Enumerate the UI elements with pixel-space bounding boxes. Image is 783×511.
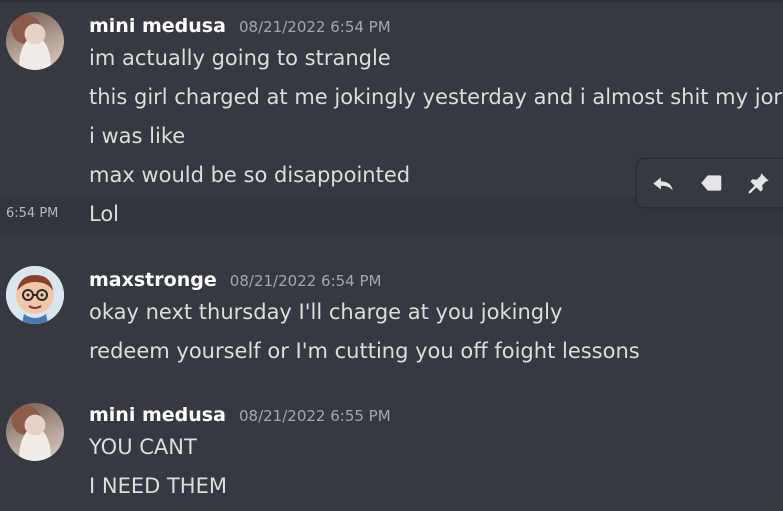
pin-button[interactable] (743, 167, 775, 199)
top-divider (0, 0, 783, 3)
timestamp: 08/21/2022 6:54 PM (239, 18, 391, 36)
username[interactable]: maxstronge (89, 269, 217, 291)
message-actions-toolbar (636, 158, 783, 208)
avatar-mini-medusa[interactable] (6, 12, 64, 70)
message-header: mini medusa 08/21/2022 6:54 PM (89, 12, 391, 40)
continuation-timestamp: 6:54 PM (6, 206, 59, 221)
message-text: max would be so disappointed (89, 163, 411, 187)
avatar-maxstronge[interactable] (6, 266, 64, 324)
message-header: maxstronge 08/21/2022 6:54 PM (89, 266, 381, 294)
message-text: im actually going to strangle (89, 46, 391, 70)
tag-button[interactable] (695, 167, 727, 199)
timestamp: 08/21/2022 6:55 PM (239, 407, 391, 425)
reply-icon (653, 177, 673, 191)
timestamp: 08/21/2022 6:54 PM (229, 272, 382, 290)
tag-icon (701, 175, 722, 191)
reply-button[interactable] (647, 167, 679, 199)
message-text: i was like (89, 124, 186, 148)
message-text: YOU CANT (89, 435, 197, 459)
cartoon-face-icon (6, 266, 64, 324)
pin-icon (748, 173, 769, 194)
username[interactable]: mini medusa (89, 15, 226, 37)
message-text: Lol (89, 202, 120, 226)
message-text: okay next thursday I'll charge at you jo… (89, 300, 563, 324)
message-header: mini medusa 08/21/2022 6:55 PM (89, 401, 391, 429)
username[interactable]: mini medusa (89, 404, 226, 426)
message-text: I NEED THEM (89, 474, 227, 498)
message-text: this girl charged at me jokingly yesterd… (89, 85, 783, 109)
avatar-mini-medusa[interactable] (6, 403, 64, 461)
message-text: redeem yourself or I'm cutting you off f… (89, 339, 640, 363)
